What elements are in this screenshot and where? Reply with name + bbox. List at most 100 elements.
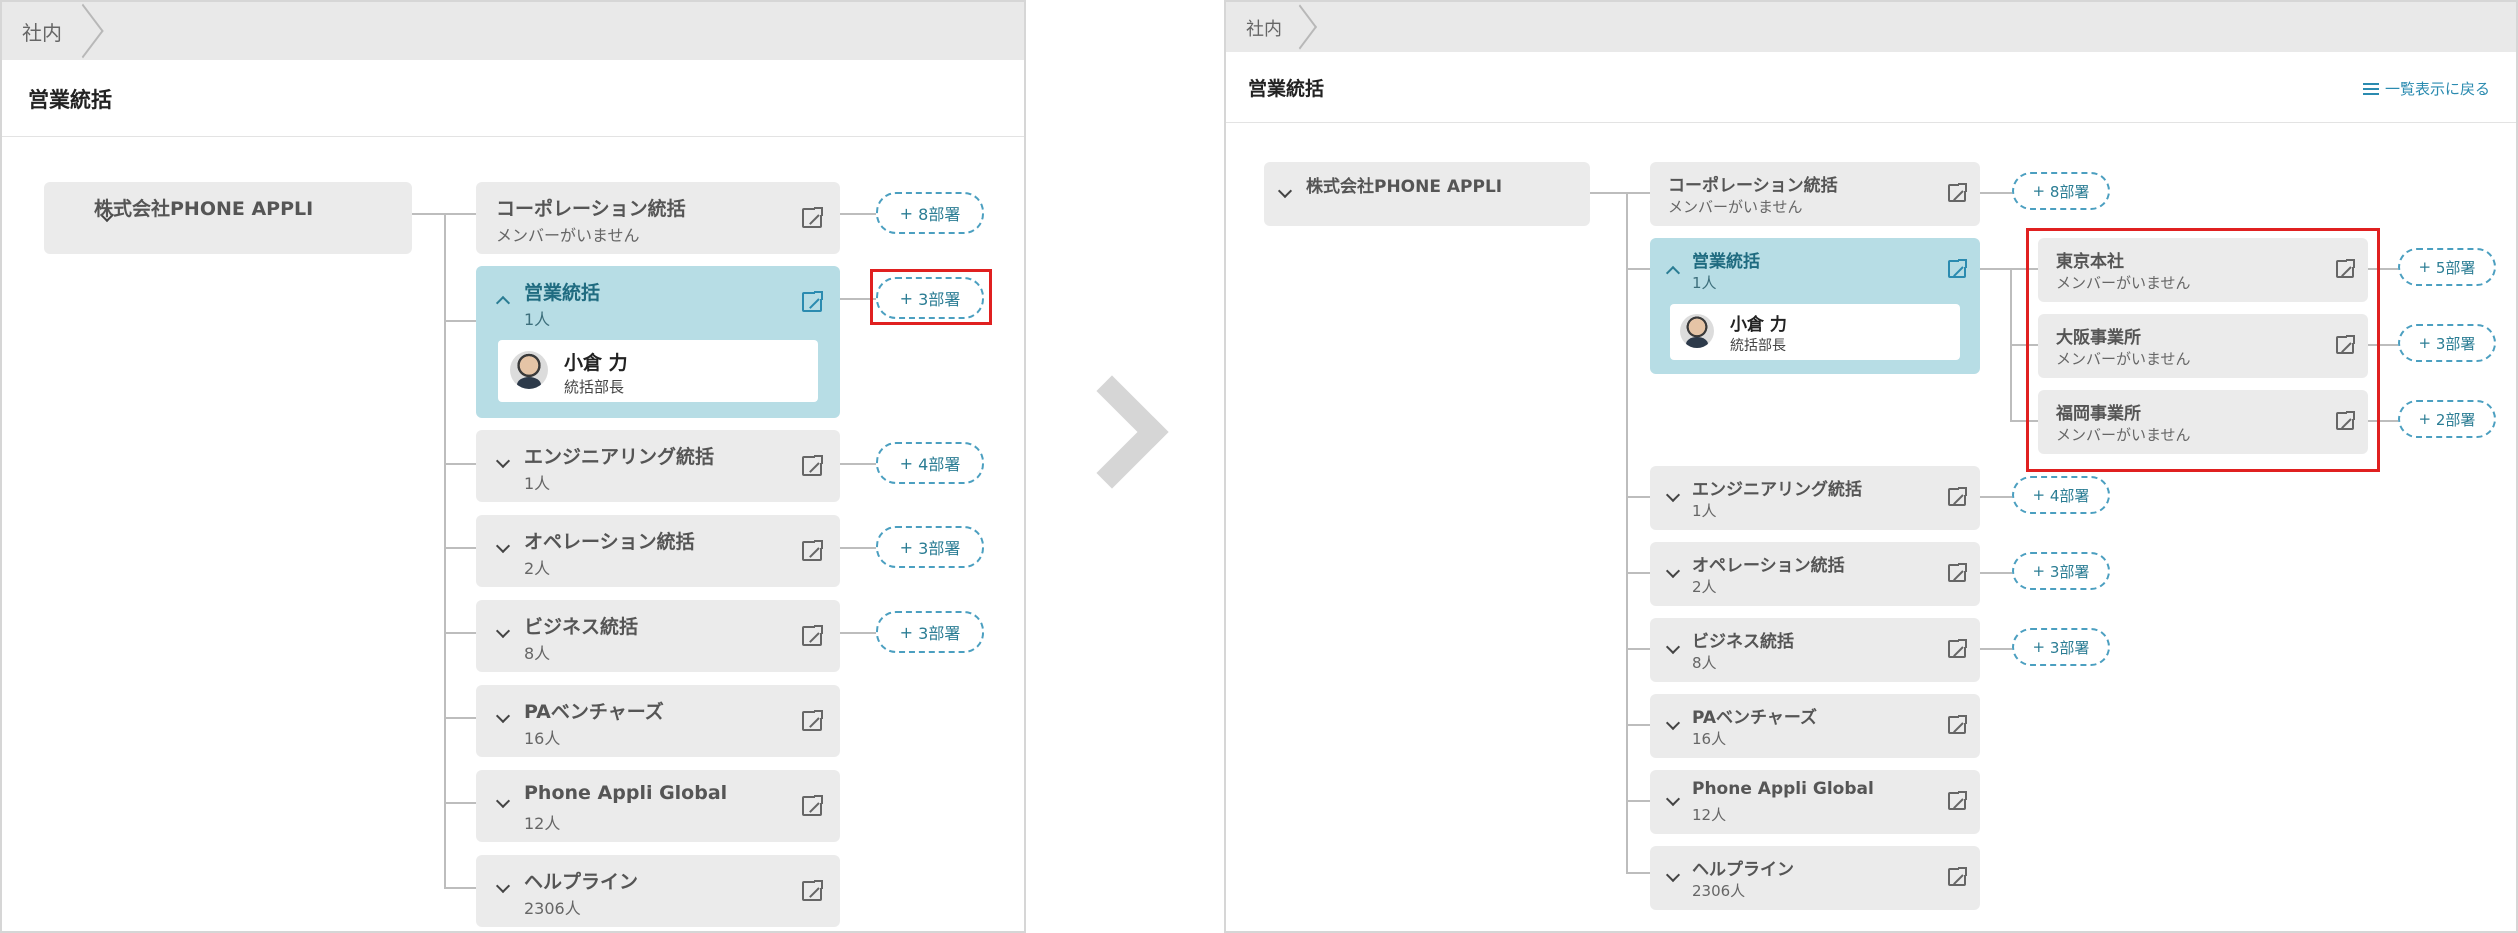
org-root-card[interactable]: 株式会社PHONE APPLI [44,182,412,254]
external-link-icon[interactable] [802,454,824,476]
external-link-icon[interactable] [1948,866,1968,886]
department-card[interactable]: オペレーション統括 2人 [476,515,840,587]
department-member-count: 2人 [524,559,551,578]
panel-before: 社内 営業統括 株式会社PHONE APPLI コーポレーション統括 メンバーが… [0,0,1026,933]
expand-subdepartments-button[interactable]: + 3部署 [2012,552,2110,590]
chevron-down-icon[interactable] [1665,867,1681,883]
expand-subdepartments-button[interactable]: + 3部署 [2398,324,2496,362]
chevron-down-icon[interactable] [495,793,511,809]
department-card[interactable]: コーポレーション統括 メンバーがいません [1650,162,1980,226]
plus-icon: + [899,537,919,557]
department-member-count: メンバーがいません [1668,198,1803,216]
org-root-card[interactable]: 株式会社PHONE APPLI [1264,162,1590,226]
chevron-down-icon[interactable] [1665,487,1681,503]
department-name: コーポレーション統括 [1668,176,1838,196]
chevron-down-icon[interactable] [1665,563,1681,579]
plus-icon: + [2032,638,2050,656]
department-member-count: 16人 [524,729,561,748]
external-link-icon[interactable] [1948,638,1968,658]
expand-subdepartments-button[interactable]: + 2部署 [2398,400,2496,438]
department-card[interactable]: エンジニアリング統括 1人 [476,430,840,502]
chevron-down-icon[interactable] [495,538,511,554]
org-root-name: 株式会社PHONE APPLI [94,198,314,220]
department-card[interactable]: エンジニアリング統括 1人 [1650,466,1980,530]
department-name: オペレーション統括 [524,531,695,553]
breadcrumb-item[interactable]: 社内 [1246,15,1282,41]
external-link-icon[interactable] [802,539,824,561]
plus-icon: + [899,622,919,642]
department-member-count: 2人 [1692,578,1717,596]
department-member-count: 12人 [1692,806,1727,824]
department-card[interactable]: ヘルプライン 2306人 [1650,846,1980,910]
department-member-count: 12人 [524,814,561,833]
org-root-name: 株式会社PHONE APPLI [1306,177,1503,197]
expand-subdepartments-button[interactable]: + 3部署 [2012,628,2110,666]
chevron-down-icon[interactable] [495,623,511,639]
external-link-icon[interactable] [802,879,824,901]
expand-subdepartments-button[interactable]: + 3部署 [876,526,984,568]
department-member-count: 1人 [1692,502,1717,520]
external-link-icon[interactable] [1948,182,1968,202]
department-name: ビジネス統括 [524,616,639,638]
chevron-up-icon[interactable] [495,295,511,311]
chevron-down-icon[interactable] [495,708,511,724]
external-link-icon[interactable] [802,290,824,312]
arrow-right-icon [1055,375,1169,489]
external-link-icon[interactable] [1948,714,1968,734]
chevron-down-icon[interactable] [1665,639,1681,655]
department-name: Phone Appli Global [524,782,728,804]
member-role: 統括部長 [564,378,625,396]
member-name: 小倉 力 [564,352,628,374]
member-role: 統括部長 [1730,338,1786,354]
back-to-list-label: 一覧表示に戻る [2384,80,2490,98]
member-card[interactable]: 小倉 力 統括部長 [1670,304,1960,360]
chevron-down-icon[interactable] [1277,183,1293,199]
department-card[interactable]: PAベンチャーズ 16人 [1650,694,1980,758]
department-card[interactable]: コーポレーション統括 メンバーがいません [476,182,840,254]
chevron-up-icon[interactable] [1665,265,1681,281]
external-link-icon[interactable] [1948,790,1968,810]
expand-subdepartments-button[interactable]: + 8部署 [876,192,984,234]
external-link-icon[interactable] [802,206,824,228]
chevron-down-icon[interactable] [495,878,511,894]
department-card[interactable]: Phone Appli Global 12人 [1650,770,1980,834]
department-card-expanded[interactable]: 営業統括 1人 小倉 力 統括部長 [476,266,840,418]
external-link-icon[interactable] [802,709,824,731]
department-name: 営業統括 [524,282,601,304]
department-member-count: 1人 [524,310,551,329]
department-member-count: 2306人 [1692,882,1746,900]
external-link-icon[interactable] [802,624,824,646]
plus-icon: + [899,203,919,223]
external-link-icon[interactable] [1948,486,1968,506]
chevron-down-icon[interactable] [495,453,511,469]
expand-subdepartments-button[interactable]: + 8部署 [2012,172,2110,210]
expand-subdepartments-button[interactable]: + 4部署 [2012,476,2110,514]
department-card[interactable]: オペレーション統括 2人 [1650,542,1980,606]
department-card-expanded[interactable]: 営業統括 1人 小倉 力 統括部長 [1650,238,1980,374]
expand-subdepartments-button[interactable]: + 5部署 [2398,248,2496,286]
department-card[interactable]: ヘルプライン 2306人 [476,855,840,927]
expand-subdepartments-button[interactable]: + 4部署 [876,442,984,484]
plus-icon: + [2418,410,2436,428]
department-name: PAベンチャーズ [524,701,664,723]
department-card[interactable]: Phone Appli Global 12人 [476,770,840,842]
chevron-down-icon[interactable] [1665,791,1681,807]
chevron-down-icon[interactable] [1665,715,1681,731]
department-card[interactable]: ビジネス統括 8人 [476,600,840,672]
department-card[interactable]: PAベンチャーズ 16人 [476,685,840,757]
external-link-icon[interactable] [1948,258,1968,278]
member-card[interactable]: 小倉 力 統括部長 [498,340,818,402]
plus-icon: + [2032,486,2050,504]
breadcrumb-separator-icon [62,3,104,59]
department-member-count: 1人 [524,474,551,493]
external-link-icon[interactable] [802,794,824,816]
expand-subdepartments-button[interactable]: + 3部署 [876,611,984,653]
department-name: コーポレーション統括 [496,198,686,220]
plus-icon: + [2032,182,2050,200]
external-link-icon[interactable] [1948,562,1968,582]
back-to-list-link[interactable]: 一覧表示に戻る [2362,78,2490,99]
breadcrumb-item[interactable]: 社内 [22,17,62,46]
department-name: ビジネス統括 [1692,632,1794,652]
member-name: 小倉 力 [1730,315,1787,335]
department-card[interactable]: ビジネス統括 8人 [1650,618,1980,682]
